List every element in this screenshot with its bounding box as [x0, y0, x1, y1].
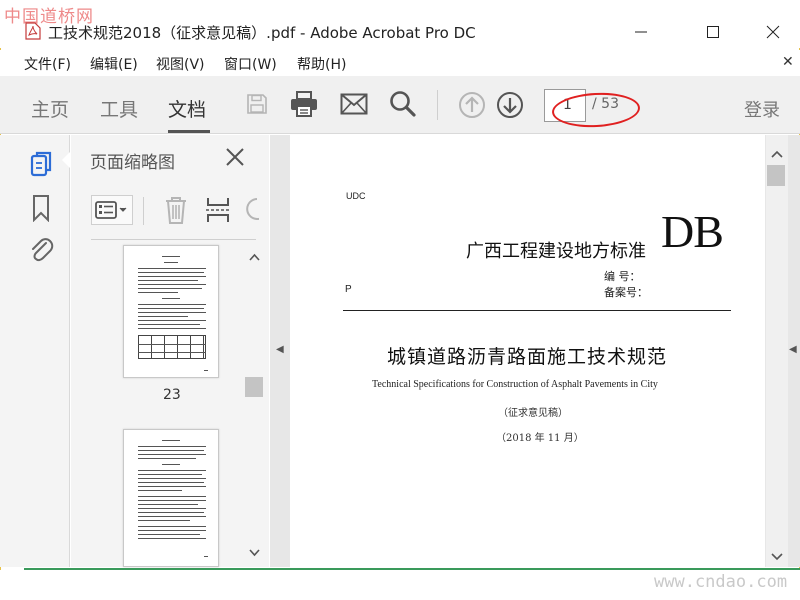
menu-bar: 文件(F) 编辑(E) 视图(V) 窗口(W) 帮助(H) ✕: [0, 50, 800, 76]
acrobat-pdf-icon: [25, 22, 41, 40]
login-link[interactable]: 登录: [744, 96, 780, 122]
doc-subtitle-en: Technical Specifications for Constructio…: [372, 379, 658, 390]
mail-icon[interactable]: [339, 90, 369, 118]
search-icon[interactable]: [388, 89, 418, 119]
navigation-rail: [0, 135, 70, 567]
menu-help[interactable]: 帮助(H): [297, 54, 346, 74]
tools-separator: [143, 197, 144, 225]
panel-title: 页面缩略图: [90, 153, 175, 173]
doc-db-mark: DB: [661, 206, 724, 257]
minimize-button[interactable]: [618, 18, 664, 46]
trash-icon[interactable]: [163, 195, 189, 225]
thumbnail-options-button[interactable]: [91, 195, 133, 225]
minimize-icon: [635, 31, 647, 33]
active-rail-pointer: [62, 152, 70, 168]
active-tab-indicator: [168, 130, 210, 133]
tab-tools[interactable]: 工具: [100, 95, 138, 122]
pages-icon[interactable]: [28, 149, 56, 179]
collapse-right-panel-icon[interactable]: ◀: [789, 344, 797, 355]
document-scrollbar-thumb[interactable]: [767, 165, 785, 186]
close-window-button[interactable]: [750, 18, 796, 46]
thumbnail-table: [138, 335, 206, 359]
close-document-icon[interactable]: ✕: [782, 54, 794, 70]
save-icon[interactable]: [243, 90, 271, 118]
tab-document[interactable]: 文档: [168, 95, 206, 122]
paperclip-icon[interactable]: [27, 236, 55, 266]
bookmark-icon[interactable]: [29, 193, 53, 223]
maximize-icon: [707, 26, 719, 38]
rotate-icon[interactable]: [245, 195, 259, 225]
thumbnail-scrollbar-thumb[interactable]: [245, 377, 263, 397]
doc-draft-note: （征求意见稿）: [498, 408, 568, 419]
extract-pages-icon[interactable]: [205, 195, 231, 225]
close-icon: [766, 25, 780, 39]
menu-window[interactable]: 窗口(W): [224, 54, 277, 74]
watermark-bottom: www.cndao.com: [654, 572, 788, 592]
doc-udc: UDC: [346, 191, 366, 201]
arrow-down-circle-icon[interactable]: [495, 90, 525, 120]
document-scrollbar[interactable]: [766, 135, 788, 567]
doc-rule: [343, 310, 731, 311]
toolbar: 主页 工具 文档: [0, 76, 800, 134]
print-icon[interactable]: [288, 88, 320, 120]
tab-home[interactable]: 主页: [31, 95, 69, 122]
menu-view[interactable]: 视图(V): [156, 54, 205, 74]
list-options-icon: [95, 201, 127, 219]
thumbnail-scrollbar[interactable]: [245, 250, 264, 562]
arrow-up-circle-icon[interactable]: [457, 90, 487, 120]
thumbnail-toolbar: [71, 185, 269, 237]
page-thumbnail[interactable]: [123, 429, 219, 567]
doc-record-label: 备案号：: [604, 286, 648, 299]
doc-title: 城镇道路沥青路面施工技术规范: [387, 346, 668, 368]
menu-edit[interactable]: 编辑(E): [90, 54, 138, 74]
doc-date: （2018 年 11 月）: [496, 433, 584, 444]
toolbar-separator: [437, 90, 438, 120]
menu-file[interactable]: 文件(F): [24, 54, 71, 74]
title-bar: 中国道桥网 工技术规范2018（征求意见稿）.pdf - Adobe Acrob…: [0, 0, 800, 48]
page-thumbnail[interactable]: [123, 245, 219, 378]
thumbnail-page-label: 23: [163, 387, 181, 403]
doc-code-label: 编 号：: [604, 270, 641, 283]
panel-divider: [91, 239, 256, 240]
close-panel-icon[interactable]: [223, 145, 249, 171]
doc-p-label: P: [345, 284, 352, 295]
window-title: 工技术规范2018（征求意见稿）.pdf - Adobe Acrobat Pro…: [48, 24, 476, 42]
doc-standard-title: 广西工程建设地方标准: [466, 241, 646, 262]
collapse-left-panel-icon[interactable]: ◀: [276, 344, 284, 355]
maximize-button[interactable]: [690, 18, 736, 46]
